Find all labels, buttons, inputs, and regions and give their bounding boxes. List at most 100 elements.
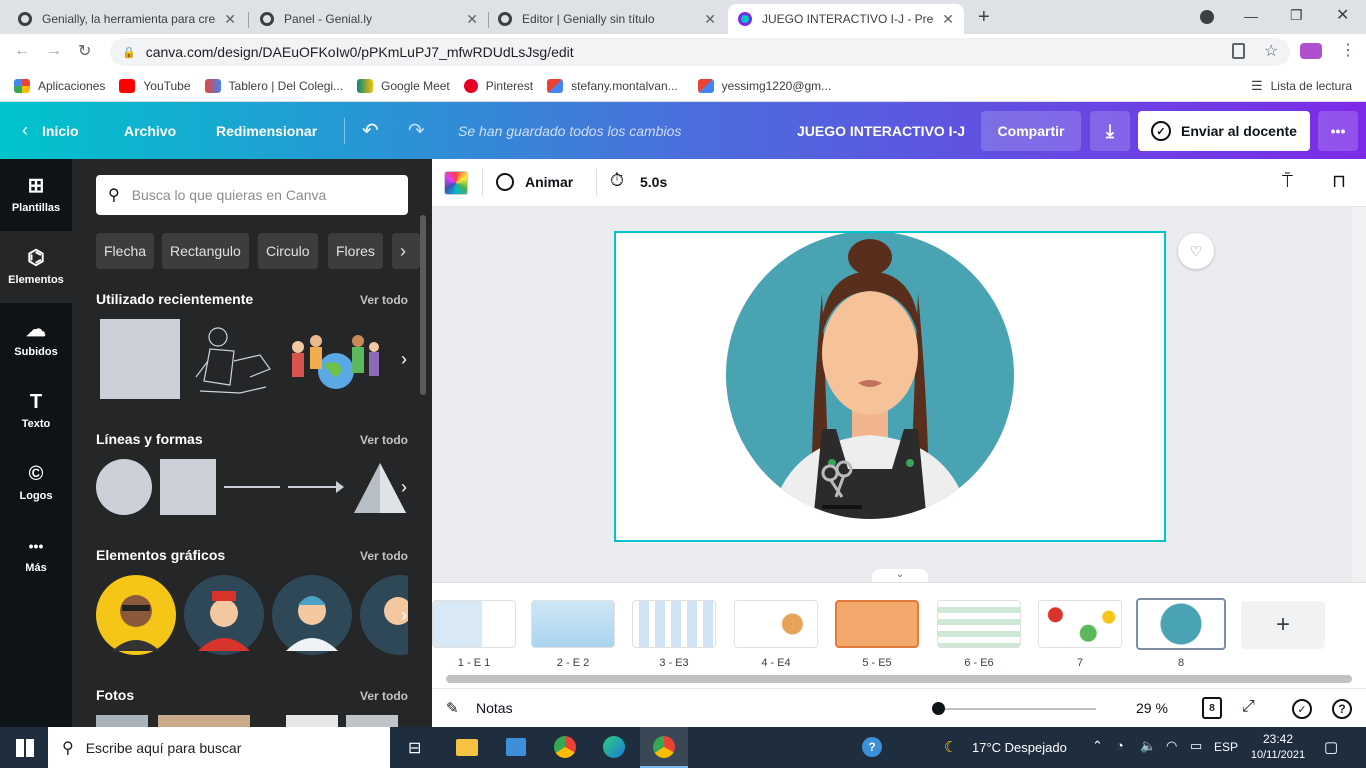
- recent-people-globe-graphic[interactable]: [286, 325, 382, 397]
- bookmark-apps[interactable]: Aplicaciones: [14, 78, 105, 93]
- reading-list[interactable]: ☰ Lista de lectura: [1251, 78, 1352, 94]
- battery-icon[interactable]: ▭: [1190, 738, 1202, 754]
- task-view-icon[interactable]: ⊟: [408, 738, 421, 758]
- rail-item-more[interactable]: ••• Más: [0, 519, 72, 591]
- volume-icon[interactable]: 🔈: [1140, 738, 1156, 754]
- elements-search-input[interactable]: ⚲ Busca lo que quieras en Canva: [96, 175, 408, 215]
- rail-item-uploads[interactable]: ☁ Subidos: [0, 303, 72, 375]
- extension-icon[interactable]: [1300, 43, 1322, 59]
- browser-tab[interactable]: Genially, la herramienta para crea ✕: [8, 4, 246, 34]
- network-icon[interactable]: ◔: [1116, 738, 1124, 753]
- recent-next-arrow-icon[interactable]: ›: [392, 347, 416, 371]
- avatar-man-graphic[interactable]: [272, 575, 352, 655]
- chips-next-arrow-icon[interactable]: ›: [392, 233, 420, 269]
- design-page[interactable]: [614, 231, 1166, 542]
- page-thumbnail[interactable]: [1038, 600, 1122, 648]
- see-all-shapes[interactable]: Ver todo: [360, 433, 408, 447]
- photo-thumbnail[interactable]: [158, 715, 250, 727]
- minimize-icon[interactable]: —: [1244, 8, 1258, 24]
- help-tips-icon[interactable]: ?: [862, 737, 882, 757]
- more-options-button[interactable]: •••: [1318, 111, 1358, 151]
- recent-square-shape[interactable]: [100, 319, 180, 399]
- page-thumbnail[interactable]: [432, 600, 516, 648]
- close-tab-icon[interactable]: ✕: [466, 11, 478, 28]
- bookmark-pinterest[interactable]: Pinterest: [463, 78, 533, 93]
- design-title[interactable]: JUEGO INTERACTIVO I-J: [797, 102, 965, 159]
- square-shape[interactable]: [160, 459, 216, 515]
- taskbar-search-input[interactable]: ⚲ Escribe aquí para buscar: [48, 727, 390, 768]
- undo-icon[interactable]: ↶: [362, 102, 379, 159]
- reading-mode-icon[interactable]: [1232, 43, 1245, 59]
- add-page-button[interactable]: +: [1241, 601, 1325, 649]
- zoom-slider-thumb[interactable]: [932, 702, 946, 715]
- resize-menu[interactable]: Redimensionar: [216, 102, 317, 159]
- address-bar[interactable]: 🔒 canva.com/design/DAEuOFKoIw0/pPKmLuPJ7…: [110, 38, 1290, 66]
- photo-thumbnail[interactable]: [346, 715, 398, 727]
- notes-button[interactable]: Notas: [476, 700, 513, 716]
- page-thumbnail[interactable]: [632, 600, 716, 648]
- page-thumbnail[interactable]: [835, 600, 919, 648]
- chip-rectangulo[interactable]: Rectangulo: [162, 233, 249, 269]
- background-color-icon[interactable]: [444, 171, 468, 195]
- page-strip-scrollbar[interactable]: [446, 675, 1352, 683]
- share-button[interactable]: Compartir: [981, 111, 1081, 151]
- graphics-next-arrow-icon[interactable]: ›: [392, 603, 416, 627]
- browser-tab[interactable]: Panel - Genial.ly ✕: [250, 4, 488, 34]
- line-shape[interactable]: [224, 486, 280, 488]
- bookmark-gmail-1[interactable]: stefany.montalvan...: [547, 78, 678, 93]
- wifi-icon[interactable]: ◠: [1166, 738, 1177, 754]
- see-all-recent[interactable]: Ver todo: [360, 293, 408, 307]
- chip-flores[interactable]: Flores: [328, 233, 383, 269]
- photo-thumbnail[interactable]: [96, 715, 148, 727]
- tray-chevron-icon[interactable]: ⌃: [1092, 738, 1103, 754]
- home-link[interactable]: ‹ Inicio: [22, 102, 79, 159]
- bookmark-gmail-2[interactable]: yessimg1220@gm...: [697, 78, 831, 93]
- download-icon[interactable]: ⤓: [1090, 111, 1130, 151]
- animate-button[interactable]: Animar: [525, 174, 573, 190]
- page-thumbnail[interactable]: [937, 600, 1021, 648]
- page-grid-button[interactable]: 8: [1202, 697, 1222, 719]
- see-all-graphics[interactable]: Ver todo: [360, 549, 408, 563]
- new-tab-button[interactable]: +: [978, 6, 990, 29]
- avatar-bald-man-graphic[interactable]: [96, 575, 176, 655]
- recent-sketch-graphic[interactable]: [190, 321, 274, 399]
- tab-search-icon[interactable]: [1200, 10, 1214, 24]
- chip-flecha[interactable]: Flecha: [96, 233, 155, 269]
- help-icon[interactable]: ?: [1332, 699, 1352, 719]
- browser-tab[interactable]: Editor | Genially sin título ✕: [488, 4, 726, 34]
- shapes-next-arrow-icon[interactable]: ›: [392, 475, 416, 499]
- browser-menu-icon[interactable]: ⋮: [1340, 40, 1356, 60]
- chrome-icon[interactable]: [554, 736, 576, 758]
- edge-icon[interactable]: [603, 736, 625, 758]
- page-thumbnail[interactable]: [531, 600, 615, 648]
- page-thumbnail[interactable]: [734, 600, 818, 648]
- panel-scrollbar[interactable]: [420, 215, 426, 395]
- bookmark-star-icon[interactable]: ☆: [1264, 41, 1278, 61]
- close-tab-icon[interactable]: ✕: [942, 11, 954, 28]
- rail-item-templates[interactable]: ⊞ Plantillas: [0, 159, 72, 231]
- bookmark-google-meet[interactable]: Google Meet: [357, 78, 450, 93]
- fullscreen-icon[interactable]: ⤢: [1242, 698, 1255, 716]
- restore-icon[interactable]: ❐: [1290, 7, 1303, 24]
- rail-item-text[interactable]: T Texto: [0, 375, 72, 447]
- language-indicator[interactable]: ESP: [1214, 740, 1238, 754]
- notifications-icon[interactable]: ▢: [1324, 738, 1338, 756]
- circle-shape[interactable]: [96, 459, 152, 515]
- back-icon[interactable]: ←: [14, 42, 30, 60]
- send-to-teacher-button[interactable]: ✓ Enviar al docente: [1138, 111, 1310, 151]
- clock-time[interactable]: 23:42: [1250, 732, 1306, 746]
- file-menu[interactable]: Archivo: [124, 102, 176, 159]
- rail-item-elements[interactable]: ⌬ Elementos: [0, 231, 72, 303]
- waitress-avatar-graphic[interactable]: [616, 231, 1164, 540]
- weather-text[interactable]: 17°C Despejado: [972, 740, 1067, 755]
- windows-start-icon[interactable]: [16, 739, 34, 757]
- chip-circulo[interactable]: Circulo: [258, 233, 318, 269]
- close-tab-icon[interactable]: ✕: [224, 11, 236, 28]
- duration-button[interactable]: 5.0s: [640, 174, 667, 190]
- close-tab-icon[interactable]: ✕: [704, 11, 716, 28]
- see-all-photos[interactable]: Ver todo: [360, 689, 408, 703]
- paint-roller-icon[interactable]: ⍑: [1282, 171, 1293, 192]
- active-app-chrome[interactable]: [640, 727, 688, 768]
- zoom-percentage[interactable]: 29 %: [1136, 700, 1168, 716]
- photo-thumbnail[interactable]: [286, 715, 338, 727]
